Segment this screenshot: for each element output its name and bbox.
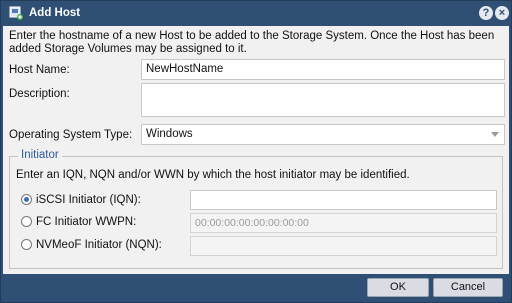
os-type-select[interactable]: Windows xyxy=(141,124,505,145)
chevron-down-icon[interactable] xyxy=(491,132,499,137)
os-type-label: Operating System Type: xyxy=(9,129,133,141)
add-host-icon xyxy=(9,6,23,20)
host-name-input[interactable]: NewHostName xyxy=(141,59,505,80)
ok-button[interactable]: OK xyxy=(367,278,429,297)
initiator-fieldset: Initiator Enter an IQN, NQN and/or WWN b… xyxy=(9,149,503,269)
iscsi-input[interactable] xyxy=(190,190,497,210)
nvmeof-radio[interactable] xyxy=(21,239,32,250)
fc-label: FC Initiator WWPN: xyxy=(36,216,137,228)
help-icon[interactable]: ? xyxy=(479,6,493,20)
add-host-dialog: Add Host ? × Enter the hostname of a new… xyxy=(0,0,512,303)
initiator-instructions: Enter an IQN, NQN and/or WWN by which th… xyxy=(16,169,410,181)
nvmeof-label: NVMeoF Initiator (NQN): xyxy=(36,239,162,251)
iscsi-radio[interactable] xyxy=(21,194,32,205)
dialog-body: Enter the hostname of a new Host to be a… xyxy=(3,26,509,274)
fc-wwpn-input[interactable]: 00:00:00:00:00:00:00:00 xyxy=(190,213,497,233)
dialog-title: Add Host xyxy=(29,7,81,19)
initiator-legend: Initiator xyxy=(18,149,62,161)
cancel-button[interactable]: Cancel xyxy=(433,278,503,297)
fc-radio[interactable] xyxy=(21,216,32,227)
close-icon[interactable]: × xyxy=(495,6,509,20)
dialog-footer: OK Cancel xyxy=(3,275,509,302)
title-bar[interactable]: Add Host ? × xyxy=(1,1,511,25)
description-label: Description: xyxy=(9,88,70,100)
iscsi-label: iSCSI Initiator (IQN): xyxy=(36,194,141,206)
host-name-label: Host Name: xyxy=(9,64,70,76)
intro-text: Enter the hostname of a new Host to be a… xyxy=(9,30,495,55)
nvmeof-input[interactable] xyxy=(190,236,497,256)
description-textarea[interactable] xyxy=(141,83,505,117)
os-type-value: Windows xyxy=(146,128,193,140)
